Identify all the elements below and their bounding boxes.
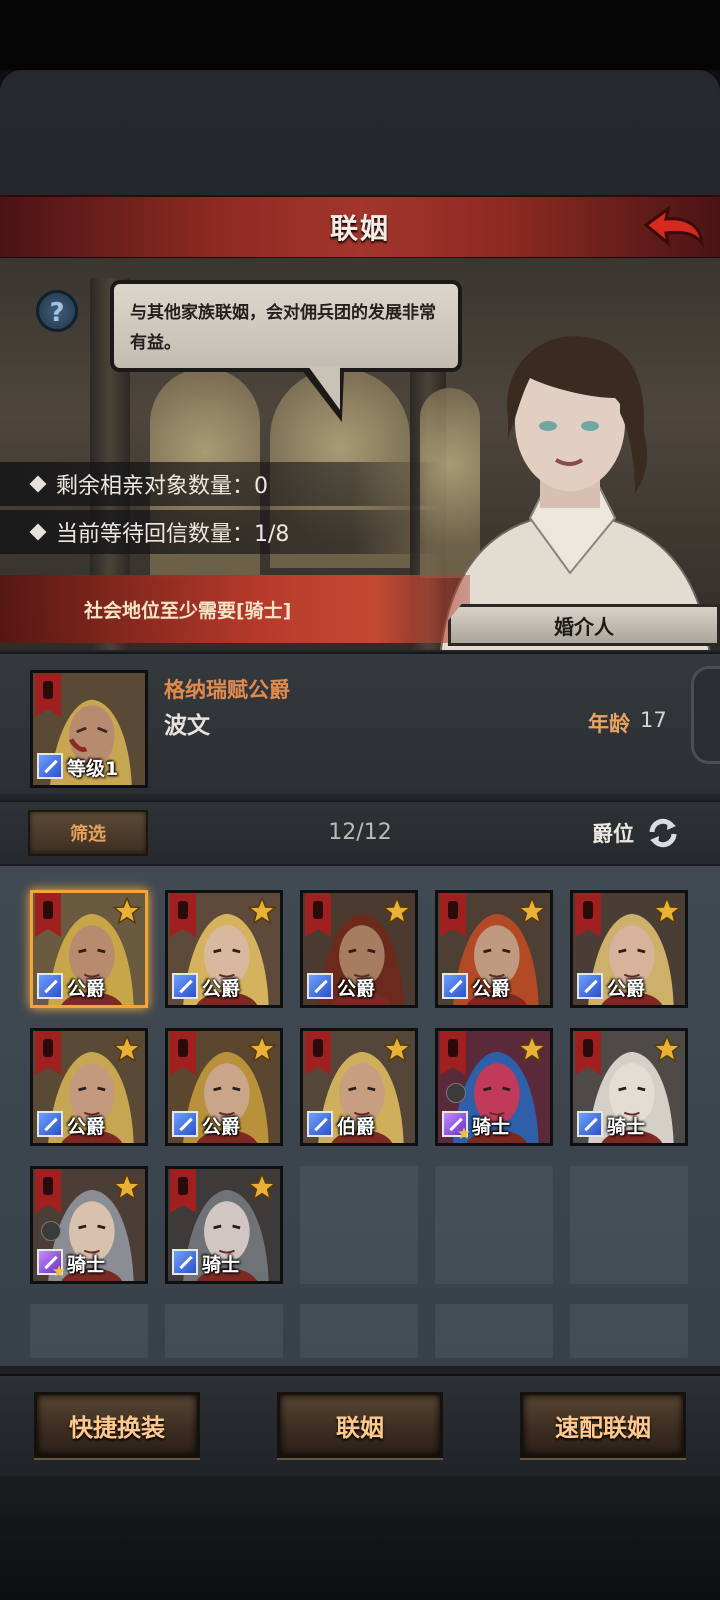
candidate-card[interactable]: 公爵	[435, 890, 553, 1008]
sort-label[interactable]: 爵位	[592, 818, 634, 848]
star-icon	[518, 897, 546, 925]
age-label: 年龄	[588, 712, 630, 736]
sword-class-icon	[37, 753, 63, 779]
empty-slot	[570, 1304, 688, 1358]
star-icon	[518, 1035, 546, 1063]
sword-icon	[307, 973, 333, 999]
speech-bubble: 与其他家族联姻，会对佣兵团的发展非常有益。	[110, 280, 462, 372]
candidate-card[interactable]: 骑士	[165, 1166, 283, 1284]
sword-icon	[172, 1111, 198, 1137]
header-bar: 联姻	[0, 195, 720, 260]
candidate-card[interactable]: 骑士	[570, 1028, 688, 1146]
star-icon	[248, 1173, 276, 1201]
help-button[interactable]: ?	[36, 290, 78, 332]
candidate-count: 12/12	[328, 820, 392, 845]
candidate-card[interactable]: 公爵	[300, 890, 418, 1008]
rank-label: 伯爵	[337, 1116, 376, 1138]
character-name: 波文	[164, 713, 210, 739]
rank-label: 骑士	[202, 1254, 241, 1276]
candidate-card[interactable]: 骑士	[30, 1166, 148, 1284]
rank-label: 骑士	[67, 1254, 106, 1276]
empty-slot	[570, 1166, 688, 1284]
empty-slot	[300, 1304, 418, 1358]
marriage-button[interactable]: 联姻	[277, 1392, 443, 1458]
small-star-icon	[53, 1265, 65, 1277]
helmet-badge-icon	[446, 1083, 466, 1103]
quick-equip-button[interactable]: 快捷换装	[34, 1392, 200, 1458]
sword-icon	[172, 1249, 198, 1275]
bottom-shade	[0, 1475, 720, 1600]
empty-slot	[300, 1166, 418, 1284]
page-title: 联姻	[329, 212, 390, 245]
candidate-card[interactable]: 公爵	[165, 890, 283, 1008]
marriage-label: 联姻	[336, 1413, 384, 1442]
selected-character-portrait[interactable]: 等级1	[30, 670, 148, 788]
remaining-count-row: 剩余相亲对象数量：0	[0, 462, 440, 506]
rank-label: 骑士	[607, 1116, 646, 1138]
sword-icon	[577, 1111, 603, 1137]
sword-icon	[172, 973, 198, 999]
sword-icon	[37, 973, 63, 999]
filter-button-label: 筛选	[70, 824, 106, 845]
rank-label: 公爵	[607, 978, 646, 1000]
status-bar-area	[0, 0, 720, 70]
requirement-banner: 社会地位至少需要[骑士]	[0, 575, 470, 643]
star-icon	[383, 897, 411, 925]
star-icon	[383, 1035, 411, 1063]
diamond-bullet-icon	[29, 475, 47, 493]
diamond-bullet-icon	[29, 523, 47, 541]
star-icon	[653, 897, 681, 925]
star-icon	[113, 1173, 141, 1201]
star-icon	[653, 1035, 681, 1063]
requirement-text: 社会地位至少需要[骑士]	[84, 599, 292, 622]
sword-icon	[442, 973, 468, 999]
remaining-count-text: 剩余相亲对象数量：0	[56, 474, 268, 499]
character-title: 格纳瑞赋公爵	[164, 678, 290, 702]
empty-slot	[30, 1304, 148, 1358]
rank-label: 公爵	[337, 978, 376, 1000]
rank-label: 公爵	[67, 978, 106, 1000]
sword-icon	[307, 1111, 333, 1137]
level-label: 等级1	[67, 758, 119, 780]
star-icon	[113, 1035, 141, 1063]
helmet-badge-icon	[41, 1221, 61, 1241]
star-icon	[248, 897, 276, 925]
star-icon	[248, 1035, 276, 1063]
quick-equip-label: 快捷换装	[69, 1413, 165, 1442]
candidate-card[interactable]: 公爵	[30, 890, 148, 1008]
candidate-card[interactable]: 公爵	[570, 890, 688, 1008]
rank-label: 公爵	[67, 1116, 106, 1138]
candidate-card[interactable]: 公爵	[30, 1028, 148, 1146]
empty-slot	[435, 1166, 553, 1284]
refresh-sort-icon[interactable]	[646, 816, 680, 850]
quick-match-button[interactable]: 速配联姻	[520, 1392, 686, 1458]
matchmaker-label: 婚介人	[554, 614, 614, 639]
empty-slot	[435, 1304, 553, 1358]
rank-label: 公爵	[202, 978, 241, 1000]
waiting-count-row: 当前等待回信数量：1/8	[0, 510, 440, 554]
speech-text: 与其他家族联姻，会对佣兵团的发展非常有益。	[130, 303, 436, 353]
sword-icon	[37, 1111, 63, 1137]
waiting-count-text: 当前等待回信数量：1/8	[56, 522, 290, 547]
sword-icon	[577, 973, 603, 999]
rank-label: 骑士	[472, 1116, 511, 1138]
star-icon	[113, 897, 141, 925]
back-arrow-icon[interactable]	[642, 203, 706, 251]
rank-label: 公爵	[202, 1116, 241, 1138]
candidate-card[interactable]: 骑士	[435, 1028, 553, 1146]
candidate-card[interactable]: 伯爵	[300, 1028, 418, 1146]
rank-label: 公爵	[472, 978, 511, 1000]
side-tab-handle[interactable]	[691, 666, 720, 764]
empty-slot	[165, 1304, 283, 1358]
age-value: 17	[640, 708, 667, 732]
candidate-card[interactable]: 公爵	[165, 1028, 283, 1146]
matchmaker-nameplate: 婚介人	[448, 604, 720, 646]
small-star-icon	[458, 1127, 470, 1139]
quick-match-label: 速配联姻	[555, 1413, 651, 1442]
filter-button[interactable]: 筛选	[28, 810, 148, 856]
